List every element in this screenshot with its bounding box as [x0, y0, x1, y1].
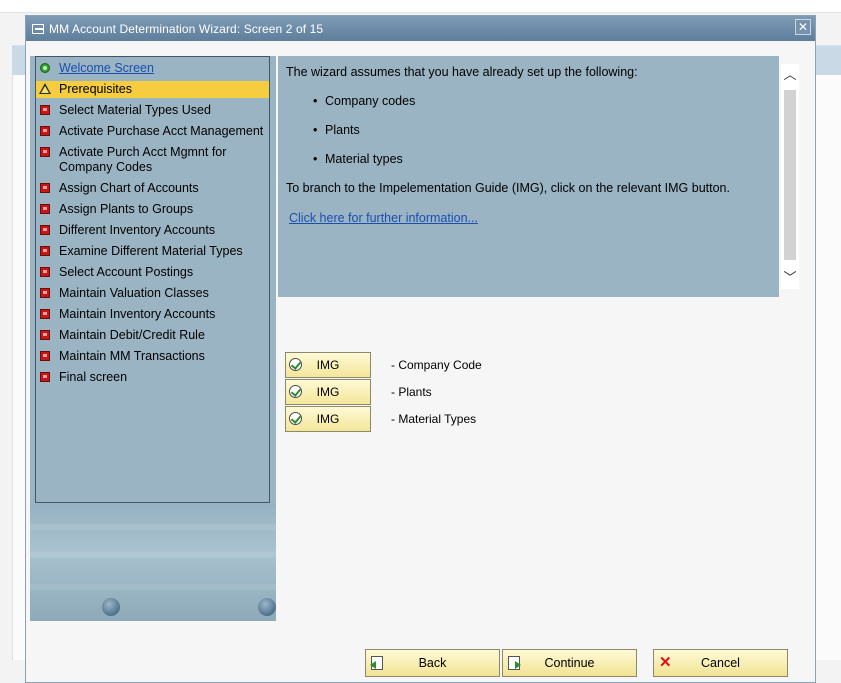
img-execute-icon: [289, 412, 302, 425]
wizard-step-label: Maintain Debit/Credit Rule: [59, 328, 205, 342]
wizard-dialog: MM Account Determination Wizard: Screen …: [25, 15, 816, 683]
cancel-button[interactable]: ✕ Cancel: [653, 649, 788, 677]
scroll-up-icon[interactable]: ︿: [781, 66, 799, 84]
info-branch-text: To branch to the Impelementation Guide (…: [286, 181, 730, 195]
red-status-icon: [40, 204, 50, 214]
back-label: Back: [418, 656, 447, 670]
green-status-icon: [40, 63, 50, 73]
wizard-step-label: Examine Different Material Types: [59, 244, 243, 258]
decorative-wave-background: [30, 504, 276, 621]
close-button[interactable]: ✕: [795, 19, 811, 35]
info-intro: The wizard assumes that you have already…: [286, 65, 638, 79]
img-execute-icon: [289, 385, 302, 398]
wizard-step-item[interactable]: Activate Purchase Acct Management: [36, 123, 269, 140]
decorative-dot-left: [102, 598, 120, 616]
warning-icon: [39, 83, 51, 94]
wizard-step-label: Welcome Screen: [59, 61, 154, 75]
img-button-label: IMG: [316, 358, 340, 372]
cancel-x-icon: ✕: [659, 654, 672, 671]
continue-label: Continue: [544, 656, 595, 670]
wizard-step-item[interactable]: Maintain Valuation Classes: [36, 285, 269, 302]
img-company-code-button[interactable]: IMG: [285, 352, 371, 378]
red-status-icon: [40, 105, 50, 115]
bullet-item: Plants: [286, 122, 779, 138]
wizard-step-item[interactable]: Maintain MM Transactions: [36, 348, 269, 365]
wizard-step-item[interactable]: Assign Chart of Accounts: [36, 180, 269, 197]
img-plants-button[interactable]: IMG: [285, 379, 371, 405]
wizard-step-label: Maintain MM Transactions: [59, 349, 205, 363]
background-top-bar: [0, 0, 841, 13]
wizard-step-label: Maintain Inventory Accounts: [59, 307, 216, 321]
red-status-icon: [40, 330, 50, 340]
wizard-step-item[interactable]: Welcome Screen: [36, 60, 269, 77]
red-status-icon: [40, 147, 50, 157]
wizard-step-list: Welcome Screen Prerequisites Select Materi…: [35, 56, 270, 503]
wizard-step-label: Final screen: [59, 370, 128, 384]
continue-arrow-icon: [508, 656, 521, 670]
scroll-down-icon[interactable]: ﹀: [781, 269, 799, 287]
img-description: - Company Code: [391, 358, 482, 372]
img-execute-icon: [289, 358, 302, 371]
img-row-material-types: IMG - Material Types: [285, 406, 476, 432]
img-row-plants: IMG - Plants: [285, 379, 432, 405]
wizard-step-label: Activate Purch Acct Mgmnt for Company Co…: [59, 145, 227, 174]
red-status-icon: [40, 267, 50, 277]
img-row-company-code: IMG - Company Code: [285, 352, 482, 378]
wizard-step-panel: Welcome Screen Prerequisites Select Materi…: [30, 56, 276, 621]
wizard-step-item[interactable]: Maintain Debit/Credit Rule: [36, 327, 269, 344]
wizard-step-label: Prerequisites: [59, 82, 132, 96]
img-button-label: IMG: [316, 412, 340, 426]
dialog-titlebar[interactable]: MM Account Determination Wizard: Screen …: [26, 16, 815, 41]
red-status-icon: [40, 288, 50, 298]
img-description: - Material Types: [391, 412, 477, 426]
bullet-item: Material types: [286, 151, 779, 167]
wizard-step-item[interactable]: Maintain Inventory Accounts: [36, 306, 269, 323]
wizard-step-item[interactable]: Prerequisites: [36, 81, 269, 98]
img-material-types-button[interactable]: IMG: [285, 406, 371, 432]
info-box: The wizard assumes that you have already…: [278, 56, 799, 297]
red-status-icon: [40, 126, 50, 136]
scroll-track[interactable]: [784, 90, 796, 260]
red-status-icon: [40, 351, 50, 361]
red-status-icon: [40, 246, 50, 256]
wizard-step-label: Activate Purchase Acct Management: [59, 124, 264, 138]
back-arrow-icon: [370, 656, 383, 670]
wizard-step-item[interactable]: Different Inventory Accounts: [36, 222, 269, 239]
wizard-step-label: Select Material Types Used: [59, 103, 211, 117]
continue-button[interactable]: Continue: [502, 649, 637, 677]
wizard-step-item[interactable]: Assign Plants to Groups: [36, 201, 269, 218]
wizard-step-item[interactable]: Final screen: [36, 369, 269, 386]
red-status-icon: [40, 372, 50, 382]
bullet-item: Company codes: [286, 93, 779, 109]
info-scrollbar[interactable]: ︿ ﹀: [781, 64, 799, 289]
red-status-icon: [40, 309, 50, 319]
wizard-step-label: Assign Plants to Groups: [59, 202, 194, 216]
red-status-icon: [40, 225, 50, 235]
wizard-step-item[interactable]: Activate Purch Acct Mgmnt for Company Co…: [36, 144, 269, 176]
cancel-label: Cancel: [701, 656, 740, 670]
wizard-step-label: Maintain Valuation Classes: [59, 286, 209, 300]
red-status-icon: [40, 183, 50, 193]
back-button[interactable]: Back: [365, 649, 500, 677]
window-icon: [32, 23, 44, 34]
img-description: - Plants: [391, 385, 432, 399]
further-info-link[interactable]: Click here for further information...: [289, 210, 779, 226]
decorative-dot-right: [258, 598, 276, 616]
wizard-step-item[interactable]: Select Account Postings: [36, 264, 269, 281]
dialog-title: MM Account Determination Wizard: Screen …: [49, 21, 324, 36]
wizard-step-label: Different Inventory Accounts: [59, 223, 216, 237]
wizard-step-item[interactable]: Examine Different Material Types: [36, 243, 269, 260]
img-button-label: IMG: [316, 385, 340, 399]
wizard-step-label: Assign Chart of Accounts: [59, 181, 199, 195]
wizard-step-item[interactable]: Select Material Types Used: [36, 102, 269, 119]
wizard-step-label: Select Account Postings: [59, 265, 194, 279]
